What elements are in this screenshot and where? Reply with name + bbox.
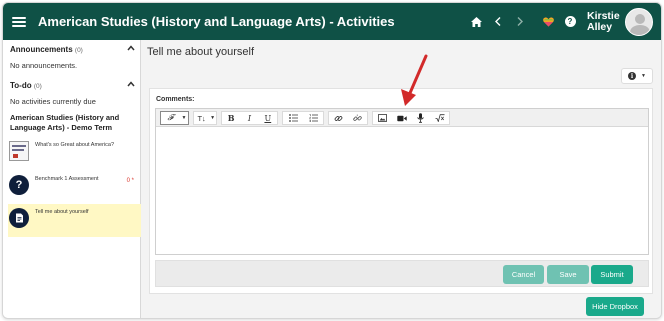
todo-label: To-do — [10, 81, 32, 90]
save-button[interactable]: Save — [547, 265, 589, 284]
font-size-dropdown[interactable]: T↓ ▼ — [193, 111, 217, 125]
font-family-dropdown[interactable]: 𝓕 ▼ — [160, 111, 189, 125]
help-icon[interactable]: ? — [559, 3, 581, 40]
form-actions: Cancel Save Submit — [155, 260, 649, 287]
chevron-left-icon[interactable] — [487, 3, 509, 40]
announcements-count: (0) — [74, 47, 83, 54]
comments-label: Comments: — [156, 96, 195, 103]
font-family-icon: 𝓕 — [167, 113, 174, 122]
page-header-title: American Studies (History and Language A… — [38, 14, 395, 29]
font-size-icon: T↓ — [197, 113, 206, 123]
activity-score: 0 * — [126, 178, 134, 184]
info-dropdown-button[interactable]: i ▼ — [621, 68, 653, 84]
activity-label: What's so Great about America? — [35, 142, 115, 148]
underline-button[interactable]: U — [259, 112, 277, 124]
comments-text-area[interactable] — [156, 127, 648, 254]
user-name[interactable]: Kirstie Alley — [587, 10, 620, 33]
user-avatar[interactable] — [625, 7, 653, 36]
app-window: American Studies (History and Language A… — [2, 2, 662, 319]
top-bar-actions: ? Kirstie Alley — [465, 3, 661, 40]
collapse-todo-icon[interactable] — [127, 81, 135, 89]
question-icon: ? — [9, 175, 29, 195]
hamburger-menu-icon[interactable] — [12, 16, 26, 27]
collapse-announcements-icon[interactable] — [127, 45, 135, 53]
microphone-icon[interactable] — [411, 112, 430, 124]
home-icon[interactable] — [465, 3, 487, 40]
announcements-heading: Announcements (0) — [10, 45, 83, 54]
link-icon[interactable] — [329, 112, 348, 124]
equation-icon[interactable] — [430, 112, 449, 124]
editor-toolbar: 𝓕 ▼ T↓ ▼ B I U — [156, 109, 648, 127]
top-bar: American Studies (History and Language A… — [3, 3, 661, 40]
italic-button[interactable]: I — [240, 112, 258, 124]
list-group — [282, 111, 324, 125]
bullet-list-icon[interactable] — [283, 112, 303, 124]
course-title[interactable]: American Studies (History and Language A… — [10, 113, 135, 133]
heart-icon[interactable] — [537, 3, 559, 40]
project-template-icon — [9, 141, 29, 161]
page-title: Tell me about yourself — [147, 46, 254, 58]
numbered-list-icon[interactable] — [303, 112, 323, 124]
sidebar: Announcements (0) No announcements. To-d… — [3, 40, 141, 318]
bold-button[interactable]: B — [222, 112, 240, 124]
activity-label: Tell me about yourself — [35, 209, 89, 215]
submit-button[interactable]: Submit — [591, 265, 633, 284]
todo-empty-text: No activities currently due — [10, 97, 96, 106]
announcements-empty-text: No announcements. — [10, 61, 78, 70]
hide-dropbox-button[interactable]: Hide Dropbox — [586, 297, 644, 316]
activity-item[interactable]: What's so Great about America? — [9, 141, 140, 161]
rich-text-editor: 𝓕 ▼ T↓ ▼ B I U — [155, 108, 649, 255]
cancel-button[interactable]: Cancel — [503, 265, 544, 284]
unlink-icon[interactable] — [348, 112, 367, 124]
chevron-down-icon: ▼ — [181, 115, 187, 121]
activity-item-selected[interactable]: Tell me about yourself — [9, 208, 140, 228]
todo-count: (0) — [33, 83, 42, 90]
video-camera-icon[interactable] — [392, 112, 411, 124]
text-style-group: B I U — [221, 111, 278, 125]
chevron-down-icon: ▼ — [641, 73, 646, 79]
link-group — [328, 111, 368, 125]
media-group — [372, 111, 450, 125]
announcements-label: Announcements — [10, 45, 73, 54]
activity-label: Benchmark 1 Assessment — [35, 176, 99, 182]
chevron-down-icon: ▼ — [210, 115, 216, 121]
todo-heading: To-do (0) — [10, 81, 42, 90]
chevron-right-icon[interactable] — [509, 3, 531, 40]
info-icon: i — [628, 72, 637, 80]
main-content: Tell me about yourself i ▼ Comments: 𝓕 ▼… — [142, 40, 661, 318]
activity-item[interactable]: ? Benchmark 1 Assessment 0 * — [9, 175, 140, 195]
image-icon[interactable] — [373, 112, 392, 124]
document-icon — [9, 208, 29, 228]
dropbox-card: Comments: 𝓕 ▼ T↓ ▼ B I U Cancel Save Sub… — [149, 88, 653, 294]
